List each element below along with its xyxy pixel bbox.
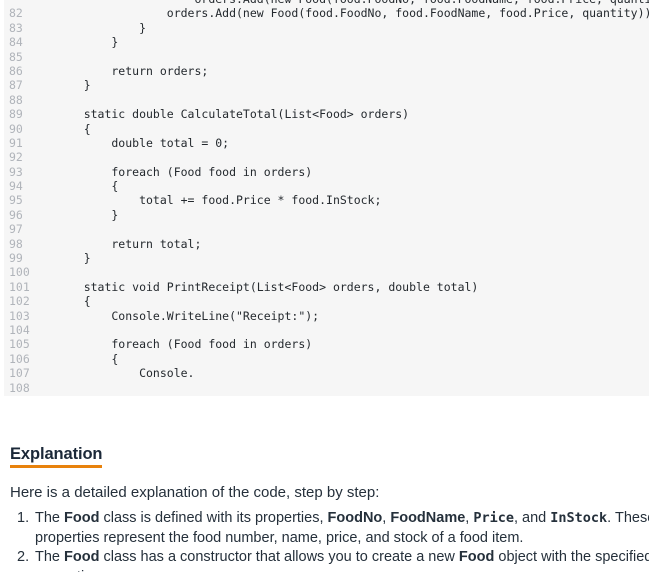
explanation-step: 1. The Food class is defined with its pro…: [0, 509, 649, 548]
code-source-text: foreach (Food food in orders): [56, 164, 313, 179]
code-line: 106 {: [4, 352, 649, 366]
line-number: 103: [9, 308, 30, 323]
line-number: 94: [9, 179, 23, 194]
code-line: 98 return total;: [4, 237, 649, 251]
line-number: 86: [9, 63, 23, 78]
line-number: 107: [9, 366, 30, 381]
code-line: 95 total += food.Price * food.InStock;: [4, 193, 649, 207]
explanation-heading: Explanation: [10, 445, 103, 468]
line-number: 85: [9, 49, 23, 64]
code-line: 104: [4, 323, 649, 337]
code-source-text: }: [56, 20, 147, 35]
inline-code-term: Price: [473, 510, 514, 526]
list-marker: 2.: [17, 549, 30, 565]
line-number: 88: [9, 92, 23, 107]
explanation-section: Explanation Here is a detailed explanati…: [0, 396, 649, 572]
code-line: 105 foreach (Food food in orders): [4, 337, 649, 351]
line-number: 83: [9, 20, 23, 35]
line-number: 93: [9, 164, 23, 179]
code-source-text: {: [56, 294, 91, 309]
inline-text: class has a constructor that allows you …: [99, 549, 459, 565]
code-source-text: static void PrintReceipt(List<Food> orde…: [56, 279, 479, 294]
code-line: 99 }: [4, 251, 649, 265]
inline-bold-term: Food: [64, 510, 100, 526]
inline-text: , and: [513, 510, 551, 526]
code-line: 97: [4, 222, 649, 236]
inline-text: class is defined with its properties,: [99, 510, 328, 526]
code-source-text: orders.Add(new Food(food.FoodNo, food.Fo…: [56, 6, 649, 21]
line-number: 99: [9, 251, 23, 266]
code-line: 108: [4, 381, 649, 395]
line-number: 108: [9, 380, 30, 395]
code-line: 90 {: [4, 122, 649, 136]
code-line: 103 Console.WriteLine("Receipt:");: [4, 309, 649, 323]
code-source-text: static double CalculateTotal(List<Food> …: [56, 107, 410, 122]
code-source-text: double total = 0;: [56, 135, 230, 150]
line-number: 100: [9, 265, 30, 280]
code-line: 96 }: [4, 208, 649, 222]
inline-code-term: InStock: [550, 510, 608, 526]
code-source-text: return orders;: [56, 63, 209, 78]
explanation-intro-paragraph: Here is a detailed explanation of the co…: [10, 484, 380, 501]
line-number: 82: [9, 6, 23, 21]
code-line: 101 static void PrintReceipt(List<Food> …: [4, 280, 649, 294]
explanation-step: 2. The Food class has a constructor that …: [0, 548, 649, 572]
code-block[interactable]: orders.Add(new Food(food.FoodNo, food.Fo…: [4, 0, 649, 396]
line-number: 98: [9, 236, 23, 251]
line-number: 97: [9, 222, 23, 237]
explanation-step-text: The Food class has a constructor that al…: [35, 548, 649, 572]
code-source-text: foreach (Food food in orders): [56, 337, 313, 352]
code-line: 91 double total = 0;: [4, 136, 649, 150]
code-line: 93 foreach (Food food in orders): [4, 165, 649, 179]
line-number: 95: [9, 193, 23, 208]
code-line: 100: [4, 265, 649, 279]
code-source-text: Console.: [56, 366, 195, 381]
code-source-text: {: [56, 179, 119, 194]
line-number: 87: [9, 78, 23, 93]
code-source-text: total += food.Price * food.InStock;: [56, 193, 382, 208]
line-number: 106: [9, 351, 30, 366]
line-number: 92: [9, 150, 23, 165]
code-line: 86 return orders;: [4, 64, 649, 78]
line-number: 91: [9, 135, 23, 150]
code-source-text: Console.WriteLine("Receipt:");: [56, 308, 320, 323]
code-line: 88: [4, 93, 649, 107]
code-source-text: {: [56, 121, 91, 136]
code-line: 102 {: [4, 294, 649, 308]
explanation-step-text: The Food class is defined with its prope…: [35, 509, 649, 548]
line-number: 105: [9, 337, 30, 352]
code-source-text: }: [56, 35, 119, 50]
code-lines-container: orders.Add(new Food(food.FoodNo, food.Fo…: [4, 0, 649, 395]
code-line: 89 static double CalculateTotal(List<Foo…: [4, 107, 649, 121]
code-source-text: {: [56, 351, 119, 366]
code-line: 85: [4, 50, 649, 64]
code-line: 94 {: [4, 179, 649, 193]
inline-text: The: [35, 510, 65, 526]
line-number: 84: [9, 35, 23, 50]
line-number: 102: [9, 294, 30, 309]
inline-bold-term: FoodNo: [327, 510, 383, 526]
line-number: 89: [9, 107, 23, 122]
line-number: 104: [9, 322, 30, 337]
code-line: 92: [4, 150, 649, 164]
line-number: 101: [9, 279, 30, 294]
code-source-text: return total;: [56, 236, 202, 251]
line-number: 90: [9, 121, 23, 136]
explanation-steps-list: 1. The Food class is defined with its pro…: [0, 509, 649, 572]
list-marker: 1.: [17, 510, 30, 526]
code-line: 83 }: [4, 21, 649, 35]
inline-bold-term: FoodName: [390, 510, 466, 526]
code-line: 107 Console.: [4, 366, 649, 380]
inline-bold-term: Food: [64, 549, 100, 565]
code-line: 87 }: [4, 78, 649, 92]
code-source-text: }: [56, 207, 119, 222]
inline-bold-term: Food: [458, 549, 495, 565]
code-line: 84 }: [4, 35, 649, 49]
code-source-text: }: [56, 78, 91, 93]
code-line: 82 orders.Add(new Food(food.FoodNo, food…: [4, 6, 649, 20]
code-source-text: }: [56, 251, 91, 266]
inline-text: The: [35, 549, 65, 565]
line-number: 96: [9, 207, 23, 222]
